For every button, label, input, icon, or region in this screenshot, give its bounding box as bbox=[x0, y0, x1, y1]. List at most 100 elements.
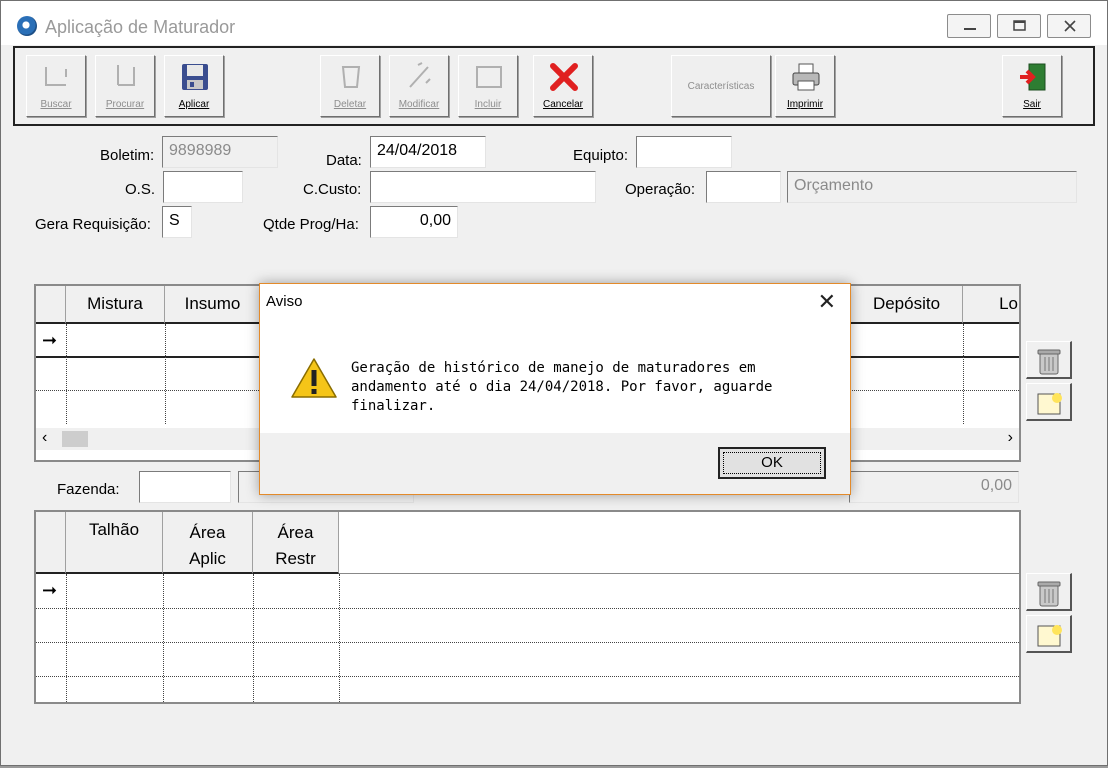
boletim-field[interactable]: 9898989 bbox=[162, 136, 278, 168]
dialog-message: Geração de histórico de manejo de matura… bbox=[351, 359, 831, 416]
col-insumo[interactable]: Insumo bbox=[165, 286, 261, 324]
os-field[interactable] bbox=[163, 171, 243, 203]
grid1-col-sep bbox=[963, 324, 964, 424]
aplicar-button[interactable]: Aplicar bbox=[164, 55, 224, 117]
minimize-icon bbox=[964, 28, 976, 30]
ccusto-field[interactable] bbox=[370, 171, 596, 203]
operacao-label: Operação: bbox=[625, 181, 696, 198]
sair-button[interactable]: Sair bbox=[1002, 55, 1062, 117]
modificar-button[interactable]: Modificar bbox=[389, 55, 449, 117]
imprimir-button[interactable]: Imprimir bbox=[775, 55, 835, 117]
close-window-button[interactable] bbox=[1047, 14, 1091, 38]
grid2-header-fill bbox=[339, 512, 1019, 574]
fazenda-field[interactable] bbox=[139, 471, 231, 503]
grid2-col-sep bbox=[253, 574, 254, 702]
grid1-col-sep bbox=[165, 324, 166, 424]
trash-can-icon bbox=[1037, 349, 1061, 375]
window-title: Aplicação de Maturador bbox=[45, 17, 236, 37]
grid1-col-sep bbox=[66, 324, 67, 424]
cancelar-button[interactable]: Cancelar bbox=[533, 55, 593, 117]
qtde-prog-label: Qtde Prog/Ha: bbox=[263, 216, 359, 233]
scroll-thumb[interactable] bbox=[62, 431, 88, 447]
grid1-corner bbox=[36, 286, 66, 324]
add-record-icon bbox=[476, 66, 502, 88]
grid2-col-sep bbox=[339, 574, 340, 702]
save-disk-icon bbox=[182, 64, 208, 90]
equipto-field[interactable] bbox=[636, 136, 732, 168]
row-pointer-icon: ➞ bbox=[42, 580, 58, 600]
modificar-label: Modificar bbox=[398, 99, 440, 110]
scroll-left-icon[interactable]: ‹ bbox=[42, 429, 47, 447]
search-record-icon bbox=[45, 67, 67, 86]
dialog-message-line1: Geração de histórico de manejo de matura… bbox=[351, 360, 756, 376]
caracteristicas-button[interactable]: Características bbox=[671, 55, 771, 117]
ok-button[interactable]: OK bbox=[718, 447, 826, 479]
qtde-prog-field[interactable]: 0,00 bbox=[370, 206, 458, 238]
dialog-title: Aviso bbox=[266, 293, 303, 310]
dialog-message-line2: andamento até o dia 24/04/2018. Por favo… bbox=[351, 379, 773, 414]
caracteristicas-label: Características bbox=[687, 81, 755, 92]
grid1-delete-button[interactable] bbox=[1026, 341, 1072, 379]
grid2-corner bbox=[36, 512, 66, 574]
cancelar-label: Cancelar bbox=[542, 99, 584, 110]
maximize-button[interactable] bbox=[997, 14, 1041, 38]
title-bar: Aplicação de Maturador bbox=[1, 1, 1107, 45]
close-icon bbox=[1064, 20, 1076, 32]
incluir-button[interactable]: Incluir bbox=[458, 55, 518, 117]
total-field: 0,00 bbox=[849, 471, 1019, 503]
procurar-label: Procurar bbox=[105, 99, 145, 110]
deletar-label: Deletar bbox=[333, 99, 367, 110]
exit-door-icon bbox=[1020, 63, 1046, 91]
equipto-label: Equipto: bbox=[573, 147, 629, 164]
boletim-label: Boletim: bbox=[100, 147, 155, 164]
new-record-icon bbox=[1037, 625, 1062, 647]
imprimir-label: Imprimir bbox=[786, 99, 824, 110]
sair-label: Sair bbox=[1023, 99, 1041, 110]
app-icon bbox=[17, 16, 37, 36]
edit-pencil-icon bbox=[409, 62, 431, 88]
grid2-new-button[interactable] bbox=[1026, 615, 1072, 653]
grid1-new-button[interactable] bbox=[1026, 383, 1072, 421]
toolbar: Buscar Procurar Aplicar Deletar Modifica… bbox=[13, 46, 1095, 126]
delete-icon bbox=[341, 66, 361, 88]
col-area-restr-line1: Área bbox=[277, 523, 314, 542]
grid2-col-sep bbox=[66, 574, 67, 702]
operacao-code-field[interactable] bbox=[706, 171, 781, 203]
aviso-dialog: Aviso ✕ Geração de histórico de manejo d… bbox=[259, 283, 851, 495]
col-deposito[interactable]: Depósito bbox=[851, 286, 963, 324]
cancel-x-icon bbox=[550, 63, 578, 91]
col-talhao[interactable]: Talhão bbox=[66, 512, 163, 574]
new-record-icon bbox=[1037, 393, 1062, 415]
restore-icon bbox=[1013, 20, 1026, 31]
col-area-restr-line2: Restr bbox=[275, 549, 316, 568]
buscar-label: Buscar bbox=[40, 99, 72, 110]
find-icon bbox=[117, 65, 135, 86]
ccusto-label: C.Custo: bbox=[303, 181, 362, 198]
grid2-row-sep bbox=[36, 676, 1019, 677]
grid2-row-sep bbox=[36, 642, 1019, 643]
col-area-aplic[interactable]: Área Aplic bbox=[163, 512, 253, 574]
col-area-restr[interactable]: Área Restr bbox=[253, 512, 339, 574]
data-field[interactable]: 24/04/2018 bbox=[370, 136, 486, 168]
os-label: O.S. bbox=[125, 181, 156, 198]
main-window: Aplicação de Maturador Buscar Procurar A… bbox=[0, 0, 1108, 766]
ok-button-label: OK bbox=[723, 452, 821, 474]
talhoes-grid: Talhão Área Aplic Área Restr ➞ bbox=[34, 510, 1021, 704]
grid2-row-sep bbox=[36, 608, 1019, 609]
buscar-button[interactable]: Buscar bbox=[26, 55, 86, 117]
col-area-aplic-line2: Aplic bbox=[189, 549, 226, 568]
data-label: Data: bbox=[326, 152, 362, 169]
fazenda-label: Fazenda: bbox=[57, 481, 120, 498]
col-lo[interactable]: Lo bbox=[963, 286, 1019, 324]
dialog-close-icon[interactable]: ✕ bbox=[818, 289, 836, 315]
procurar-button[interactable]: Procurar bbox=[95, 55, 155, 117]
col-mistura[interactable]: Mistura bbox=[66, 286, 165, 324]
grid2-delete-button[interactable] bbox=[1026, 573, 1072, 611]
col-area-aplic-line1: Área bbox=[189, 523, 226, 542]
deletar-button[interactable]: Deletar bbox=[320, 55, 380, 117]
scroll-right-icon[interactable]: › bbox=[1008, 429, 1013, 447]
minimize-button[interactable] bbox=[947, 14, 991, 38]
dialog-footer: OK bbox=[260, 433, 850, 494]
gera-requisicao-field[interactable]: S bbox=[162, 206, 192, 238]
incluir-label: Incluir bbox=[474, 99, 502, 110]
